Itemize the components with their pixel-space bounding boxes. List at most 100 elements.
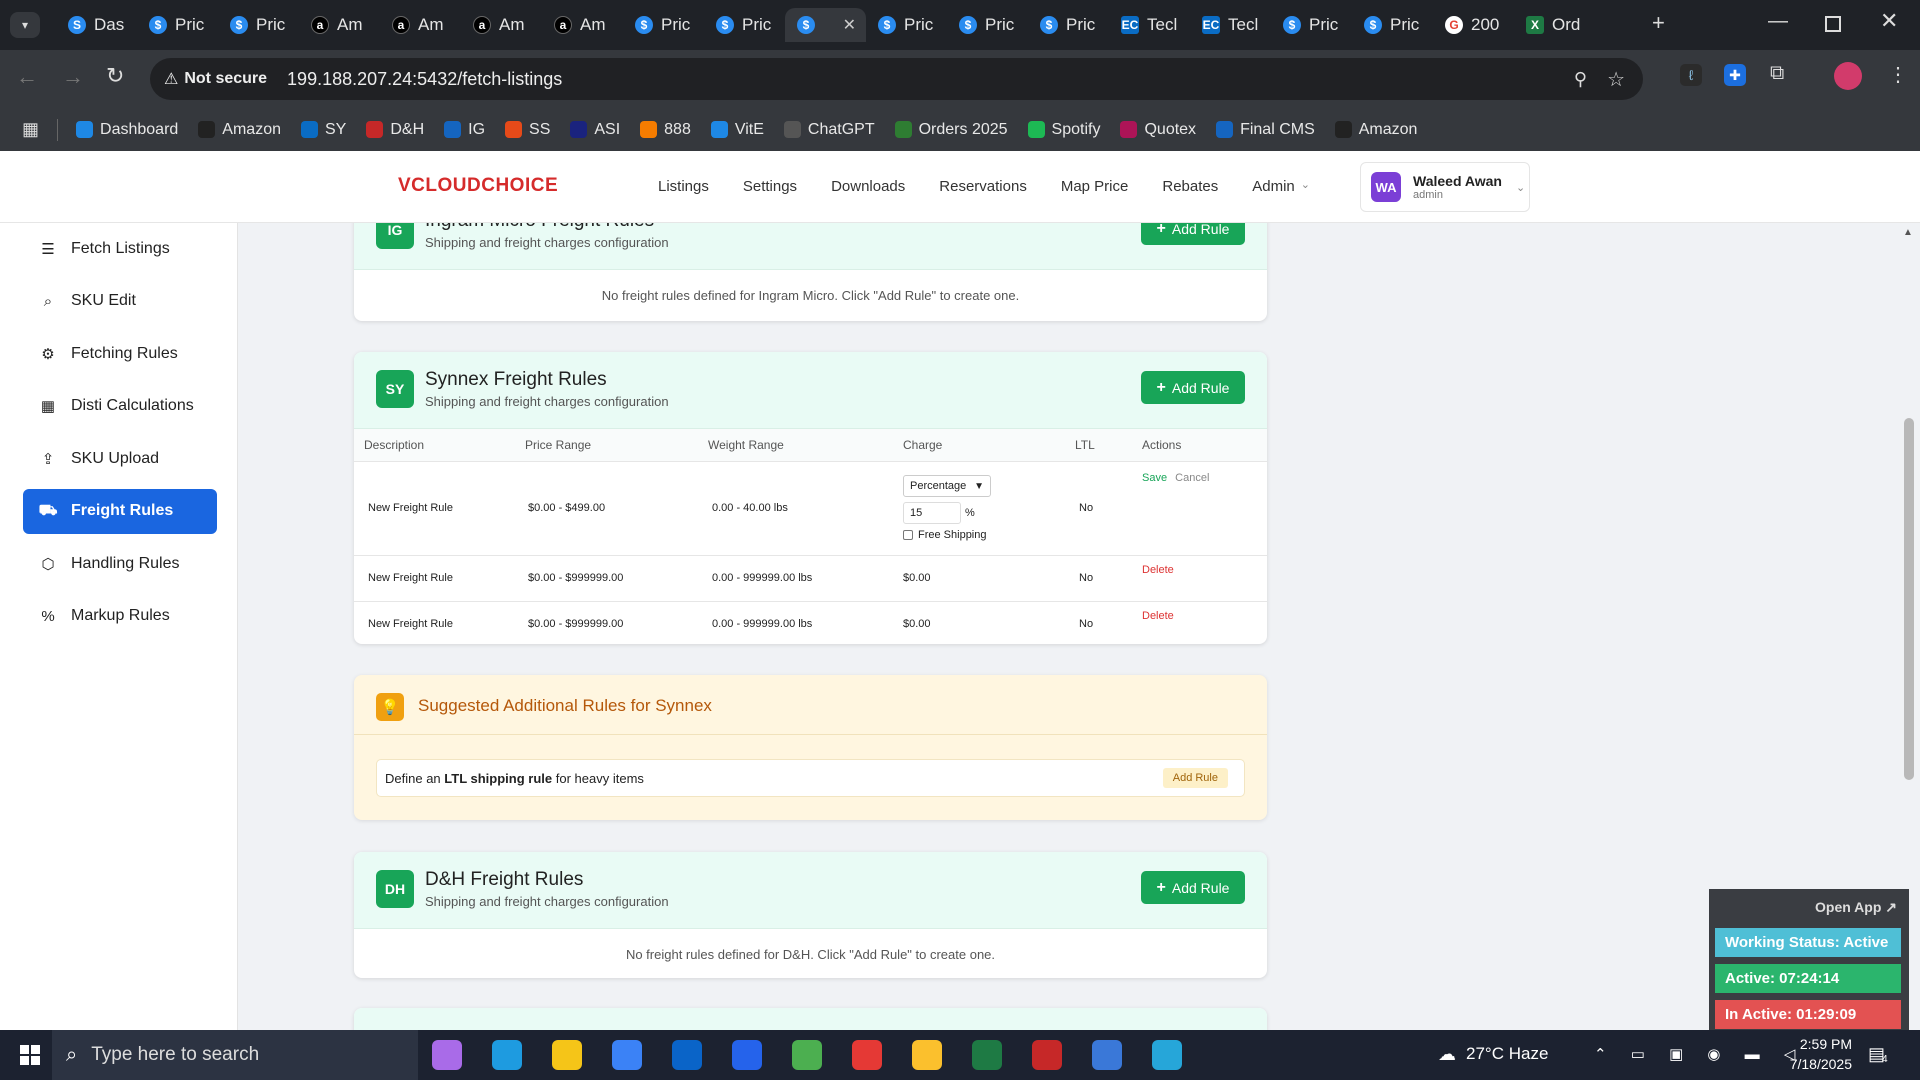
copilot-icon[interactable] [432, 1040, 462, 1070]
file-explorer-icon[interactable] [552, 1040, 582, 1070]
address-bar[interactable]: ⚠ Not secure 199.188.207.24:5432/fetch-l… [150, 58, 1643, 100]
sidebar-item-fetch-listings[interactable]: ☰ Fetch Listings [23, 226, 217, 271]
weather-text[interactable]: 27°C Haze [1466, 1044, 1548, 1064]
bookmark-item[interactable]: Spotify [1027, 121, 1100, 139]
delete-button[interactable]: Delete [1142, 564, 1174, 576]
maximize-button[interactable] [1825, 16, 1841, 32]
chrome-icon[interactable] [852, 1040, 882, 1070]
sidebar-item-freight-rules[interactable]: ⛟ Freight Rules [23, 488, 217, 534]
store-icon[interactable] [612, 1040, 642, 1070]
scroll-up-arrow[interactable]: ▲ [1903, 227, 1913, 238]
app-icon[interactable] [1152, 1040, 1182, 1070]
scrollbar-thumb[interactable] [1904, 418, 1914, 780]
teams-icon[interactable] [732, 1040, 762, 1070]
nav-item-downloads[interactable]: Downloads [831, 178, 905, 195]
bookmark-item[interactable]: Quotex [1120, 121, 1196, 139]
browser-tab[interactable]: $ Pric [866, 8, 947, 42]
url-text[interactable]: 199.188.207.24:5432/fetch-listings [287, 69, 562, 90]
tab-search-button[interactable]: ▾ [10, 12, 40, 38]
browser-tab[interactable]: a Am [380, 8, 461, 42]
chrome-icon[interactable] [912, 1040, 942, 1070]
bookmark-item[interactable]: Amazon [1334, 121, 1417, 139]
nav-item-rebates[interactable]: Rebates [1162, 178, 1218, 195]
close-window-button[interactable]: ✕ [1880, 8, 1898, 34]
new-tab-button[interactable]: + [1652, 10, 1665, 36]
add-rule-button[interactable]: + Add Rule [1141, 371, 1245, 404]
browser-tab[interactable]: $ Pric [1271, 8, 1352, 42]
forward-button[interactable]: → [62, 64, 84, 90]
profile-avatar[interactable] [1834, 62, 1862, 90]
bookmark-item[interactable]: SY [301, 121, 346, 139]
browser-tab[interactable]: $ Pric [947, 8, 1028, 42]
browser-tab[interactable]: EC Tecl [1190, 8, 1271, 42]
charge-type-select[interactable]: Percentage ▼ [903, 475, 991, 497]
bookmark-item[interactable]: Orders 2025 [894, 121, 1008, 139]
minimize-button[interactable]: — [1768, 10, 1788, 33]
bookmark-item[interactable]: Amazon [198, 121, 281, 139]
extension-icon[interactable]: ℓ [1680, 64, 1702, 86]
puzzle-icon[interactable]: ⧉ [1770, 62, 1784, 85]
close-tab-icon[interactable]: ✕ [843, 15, 856, 35]
browser-tab[interactable]: G 200 [1433, 8, 1514, 42]
charge-value-input[interactable]: 15 [903, 502, 961, 524]
browser-tab[interactable]: $ Pric [704, 8, 785, 42]
apps-grid-icon[interactable]: ▦ [22, 119, 39, 140]
excel-icon[interactable] [972, 1040, 1002, 1070]
security-label[interactable]: Not secure [184, 70, 267, 88]
browser-tab[interactable]: $ Pric [218, 8, 299, 42]
star-icon[interactable]: ☆ [1607, 67, 1625, 92]
nav-item-listings[interactable]: Listings [658, 178, 709, 195]
sidebar-item-sku-upload[interactable]: ⇪ SKU Upload [23, 436, 217, 481]
bookmark-item[interactable]: IG [444, 121, 485, 139]
suggestion-add-rule-button[interactable]: Add Rule [1162, 768, 1228, 788]
filezilla-icon[interactable] [1032, 1040, 1062, 1070]
extension-icon[interactable]: ✚ [1724, 64, 1746, 86]
menu-icon[interactable]: ⋮ [1888, 62, 1908, 87]
nav-item-reservations[interactable]: Reservations [939, 178, 1027, 195]
bookmark-item[interactable]: D&H [366, 121, 424, 139]
edge-icon[interactable] [492, 1040, 522, 1070]
back-button[interactable]: ← [16, 64, 38, 90]
logo[interactable]: VCLOUDCHOICE [398, 175, 558, 197]
bookmark-item[interactable]: Final CMS [1216, 121, 1315, 139]
bookmark-item[interactable]: Dashboard [76, 121, 178, 139]
add-rule-button[interactable]: + Add Rule [1141, 223, 1245, 245]
add-rule-button[interactable]: + Add Rule [1141, 871, 1245, 904]
sidebar-item-fetching-rules[interactable]: ⚙ Fetching Rules [23, 331, 217, 376]
clock-time[interactable]: 2:59 PM [1782, 1036, 1852, 1052]
nav-item-map-price[interactable]: Map Price [1061, 178, 1129, 195]
zoom-icon[interactable]: ⚲ [1574, 69, 1587, 90]
taskbar-search[interactable]: ⌕ Type here to search [52, 1030, 418, 1080]
calculator-icon[interactable] [1092, 1040, 1122, 1070]
browser-tab[interactable]: $ ✕ [785, 8, 866, 42]
browser-tab[interactable]: $ Pric [137, 8, 218, 42]
cancel-button[interactable]: Cancel [1175, 472, 1209, 484]
bookmark-item[interactable]: 888 [640, 121, 691, 139]
sidebar-item-disti-calculations[interactable]: ▦ Disti Calculations [23, 384, 217, 429]
save-button[interactable]: Save [1142, 472, 1167, 484]
bookmark-item[interactable]: ASI [570, 121, 620, 139]
bookmark-item[interactable]: SS [505, 121, 550, 139]
sidebar-item-sku-edit[interactable]: ⌕ SKU Edit [23, 279, 217, 324]
browser-tab[interactable]: a Am [461, 8, 542, 42]
browser-tab[interactable]: a Am [299, 8, 380, 42]
browser-tab[interactable]: $ Pric [1028, 8, 1109, 42]
browser-tab[interactable]: $ Pric [1352, 8, 1433, 42]
windows-start-icon[interactable] [20, 1045, 40, 1065]
chrome-icon[interactable] [792, 1040, 822, 1070]
nav-item-admin[interactable]: Admin [1252, 178, 1295, 195]
outlook-icon[interactable] [672, 1040, 702, 1070]
browser-tab[interactable]: EC Tecl [1109, 8, 1190, 42]
notification-icon[interactable]: ▤ 4 [1868, 1044, 1888, 1065]
free-shipping-checkbox[interactable] [903, 530, 913, 540]
user-menu[interactable]: WA Waleed Awan admin ⌄ [1360, 162, 1530, 212]
browser-tab[interactable]: X Ord [1514, 8, 1595, 42]
bookmark-item[interactable]: VitE [710, 121, 764, 139]
delete-button[interactable]: Delete [1142, 610, 1174, 622]
browser-tab[interactable]: S Das [56, 8, 137, 42]
bookmark-item[interactable]: ChatGPT [783, 121, 875, 139]
reload-button[interactable]: ↻ [106, 63, 124, 89]
sidebar-item-markup-rules[interactable]: % Markup Rules [23, 594, 217, 639]
nav-item-settings[interactable]: Settings [743, 178, 797, 195]
sidebar-item-handling-rules[interactable]: ⬡ Handling Rules [23, 541, 217, 586]
